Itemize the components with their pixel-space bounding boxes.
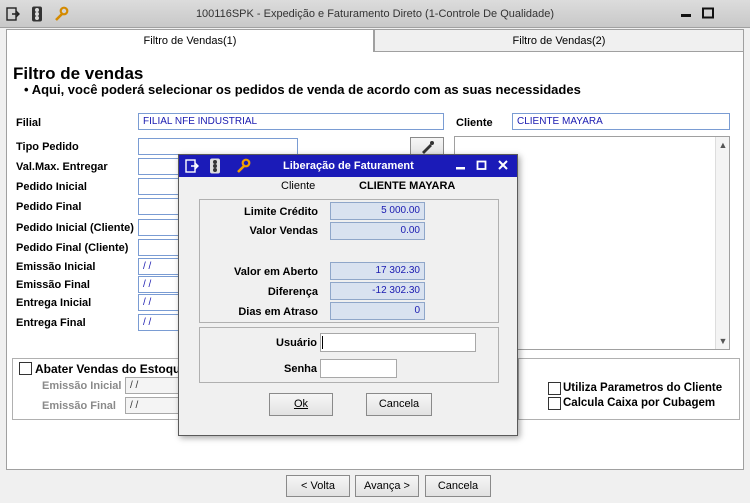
- dialog-cliente-label: Cliente: [281, 180, 316, 192]
- valor-aberto-value: 17 302.30: [330, 262, 425, 280]
- pedido-final-label: Pedido Final: [16, 201, 82, 213]
- pedido-inicial-label: Pedido Inicial: [16, 181, 87, 193]
- emissao-final-field[interactable]: / /: [138, 276, 182, 293]
- entrega-final-label: Entrega Final: [16, 317, 86, 329]
- scroll-up-icon[interactable]: ▲: [717, 139, 729, 151]
- maximize-icon[interactable]: [701, 7, 715, 19]
- tab-filtro-vendas-2[interactable]: Filtro de Vendas(2): [374, 29, 744, 51]
- wrench-icon[interactable]: [235, 158, 251, 177]
- liberacao-faturamento-dialog: Liberação de Faturament Cliente CLIENTE …: [178, 154, 518, 436]
- close-icon[interactable]: [497, 159, 509, 174]
- val-max-field[interactable]: [138, 158, 182, 175]
- listbox-scrollbar[interactable]: ▲ ▼: [715, 137, 729, 349]
- cancela-label: Cancela: [378, 398, 420, 410]
- estoque-emissao-inicial-field[interactable]: / /: [125, 377, 179, 394]
- usuario-label: Usuário: [276, 337, 317, 349]
- traffic-light-icon[interactable]: [209, 158, 221, 177]
- minimize-icon[interactable]: [679, 7, 693, 19]
- limite-credito-label: Limite Crédito: [244, 206, 318, 218]
- emissao-final-label: Emissão Final: [16, 279, 90, 291]
- text-cursor: [322, 336, 323, 349]
- dias-atraso-value: 0: [330, 302, 425, 320]
- valor-vendas-label: Valor Vendas: [249, 225, 318, 237]
- minimize-icon[interactable]: [455, 161, 467, 174]
- abater-vendas-checkbox[interactable]: [19, 362, 32, 375]
- cancelar-button[interactable]: Cancela: [425, 475, 491, 497]
- exit-icon[interactable]: [185, 159, 199, 176]
- senha-label: Senha: [283, 363, 317, 375]
- filial-field[interactable]: FILIAL NFE INDUSTRIAL: [138, 113, 444, 130]
- entrega-inicial-label: Entrega Inicial: [16, 297, 92, 309]
- utiliza-parametros-label: Utiliza Parametros do Cliente: [563, 382, 723, 394]
- calcula-caixa-checkbox[interactable]: [548, 397, 561, 410]
- window-titlebar: 100116SPK - Expedição e Faturamento Dire…: [0, 0, 750, 28]
- diferenca-value: -12 302.30: [330, 282, 425, 300]
- tipo-pedido-label: Tipo Pedido: [16, 141, 79, 153]
- bullet-icon: •: [24, 82, 29, 97]
- emissao-inicial-label: Emissão Inicial: [16, 261, 96, 273]
- dias-atraso-label: Dias em Atraso: [238, 306, 318, 318]
- dialog-cliente-value: CLIENTE MAYARA: [359, 180, 456, 192]
- estoque-emissao-final-field[interactable]: / /: [125, 397, 179, 414]
- estoque-emissao-inicial-label: Emissão Inicial: [42, 380, 122, 392]
- entrega-inicial-field[interactable]: / /: [138, 294, 182, 311]
- usuario-input[interactable]: [320, 333, 476, 352]
- page-title: Filtro de vendas: [13, 64, 144, 83]
- pedido-final-field[interactable]: [138, 198, 182, 215]
- utiliza-parametros-checkbox[interactable]: [548, 382, 561, 395]
- filial-label: Filial: [16, 117, 42, 129]
- pedido-final-cliente-label: Pedido Final (Cliente): [16, 242, 129, 254]
- voltar-button[interactable]: < Volta: [286, 475, 350, 497]
- pedido-inicial-field[interactable]: [138, 178, 182, 195]
- scroll-down-icon[interactable]: ▼: [717, 335, 729, 347]
- val-max-label: Val.Max. Entregar: [16, 161, 108, 173]
- maximize-icon[interactable]: [476, 160, 488, 174]
- pedido-inicial-cliente-label: Pedido Inicial (Cliente): [16, 222, 134, 234]
- pencil-icon: [422, 141, 434, 154]
- avancar-button[interactable]: Avança >: [355, 475, 419, 497]
- calcula-caixa-label: Calcula Caixa por Cubagem: [563, 397, 716, 409]
- window-title: 100116SPK - Expedição e Faturamento Dire…: [195, 8, 555, 20]
- cliente-field[interactable]: CLIENTE MAYARA: [512, 113, 730, 130]
- tab-label: Filtro de Vendas(2): [512, 35, 606, 47]
- senha-input[interactable]: [320, 359, 397, 378]
- cliente-label: Cliente: [456, 117, 493, 129]
- tab-label: Filtro de Vendas(1): [143, 35, 237, 47]
- ok-label: Ok: [293, 398, 309, 410]
- tab-filtro-vendas-1[interactable]: Filtro de Vendas(1): [6, 29, 374, 52]
- limite-credito-value: 5 000.00: [330, 202, 425, 220]
- page-subtitle: • Aqui, você poderá selecionar os pedido…: [24, 82, 581, 97]
- diferenca-label: Diferença: [267, 286, 318, 298]
- dialog-titlebar: Liberação de Faturament: [179, 155, 517, 177]
- estoque-emissao-final-label: Emissão Final: [42, 400, 116, 412]
- dialog-title: Liberação de Faturament: [283, 160, 414, 172]
- pedido-inicial-cliente-field[interactable]: [138, 219, 182, 236]
- emissao-inicial-field[interactable]: / /: [138, 258, 182, 275]
- pedido-final-cliente-field[interactable]: [138, 239, 182, 256]
- dialog-cancela-button[interactable]: Cancela: [366, 393, 432, 416]
- entrega-final-field[interactable]: / /: [138, 314, 182, 331]
- valor-vendas-value: 0.00: [330, 222, 425, 240]
- tipo-pedido-field[interactable]: [138, 138, 298, 155]
- dialog-ok-button[interactable]: Ok: [269, 393, 333, 416]
- subtitle-text: Aqui, você poderá selecionar os pedidos …: [31, 82, 581, 97]
- valor-aberto-label: Valor em Aberto: [234, 266, 318, 278]
- abater-vendas-label: Abater Vendas do Estoque: [35, 362, 188, 376]
